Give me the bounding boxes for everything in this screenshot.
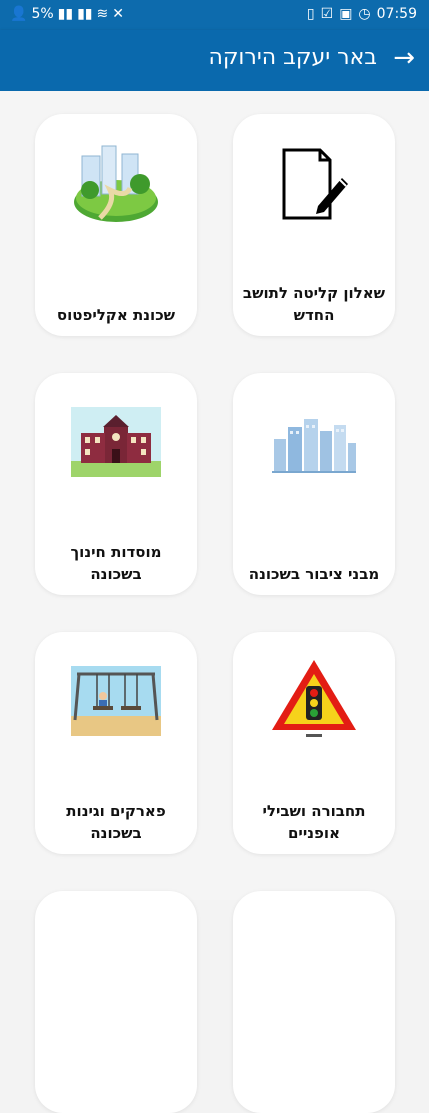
person-icon: 👤 bbox=[10, 6, 28, 22]
page-title: באר יעקב הירוקה bbox=[208, 45, 377, 70]
document-edit-icon bbox=[274, 144, 354, 228]
app-bar: באר יעקב הירוקה → bbox=[0, 30, 429, 91]
neighborhood-illustration-icon bbox=[70, 138, 162, 230]
traffic-light-sign-icon bbox=[268, 656, 360, 744]
battery-text: 5% bbox=[31, 6, 54, 22]
image-icon: ▣ bbox=[339, 6, 353, 22]
card-new-resident-form[interactable]: שאלון קליטה לתושב החדש bbox=[233, 114, 395, 336]
content-area: שאלון קליטה לתושב החדש שכונת אקליפטוס מב… bbox=[0, 91, 429, 1113]
card-eucalyptus-neighborhood[interactable]: שכונת אקליפטוס bbox=[35, 114, 197, 336]
status-bar: 👤 5% ▮▮ ▮▮ ≋ ✕ ▯ ☑ ▣ ◷ 07:59 bbox=[0, 0, 429, 30]
card-partial-left[interactable] bbox=[35, 891, 197, 1113]
card-label: פארקים וגינות בשכונה bbox=[66, 802, 166, 842]
status-left: 👤 5% ▮▮ ▮▮ ≋ ✕ bbox=[10, 6, 124, 22]
card-label: מוסדות חינוך בשכונה bbox=[70, 543, 162, 583]
mute-icon: ✕ bbox=[112, 6, 124, 22]
card-public-buildings[interactable]: מבני ציבור בשכונה bbox=[233, 373, 395, 595]
card-partial-right[interactable] bbox=[233, 891, 395, 1113]
clock-icon: ◷ bbox=[358, 6, 371, 22]
signal-icon-2: ▮▮ bbox=[77, 6, 93, 22]
phone-icon: ▯ bbox=[306, 6, 315, 22]
card-label: שכונת אקליפטוס bbox=[56, 306, 176, 324]
arrow-right-icon[interactable]: → bbox=[393, 43, 415, 73]
school-icon bbox=[71, 407, 161, 481]
card-transport-bike-paths[interactable]: תחבורה ושבילי אופניים bbox=[233, 632, 395, 854]
check-icon: ☑ bbox=[320, 6, 334, 22]
playground-swing-icon bbox=[71, 666, 161, 740]
wifi-icon: ≋ bbox=[96, 6, 109, 22]
signal-icon: ▮▮ bbox=[57, 6, 74, 22]
city-buildings-icon bbox=[272, 417, 356, 477]
card-label: תחבורה ושבילי אופניים bbox=[262, 802, 366, 842]
card-parks-gardens[interactable]: פארקים וגינות בשכונה bbox=[35, 632, 197, 854]
card-education-institutions[interactable]: מוסדות חינוך בשכונה bbox=[35, 373, 197, 595]
card-label: שאלון קליטה לתושב החדש bbox=[242, 284, 386, 324]
status-right: ▯ ☑ ▣ ◷ 07:59 bbox=[307, 6, 417, 22]
card-label: מבני ציבור בשכונה bbox=[248, 565, 380, 583]
status-time: 07:59 bbox=[376, 6, 417, 22]
